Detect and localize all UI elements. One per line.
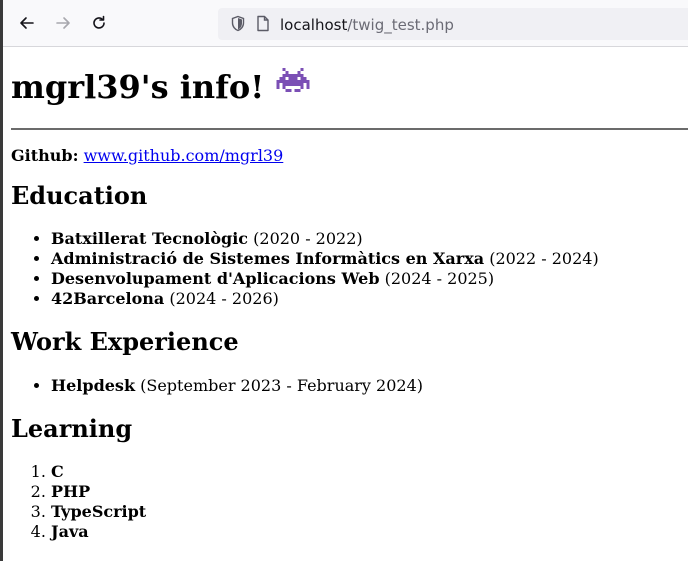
page-title: mgrl39's info!	[11, 67, 688, 107]
reload-button[interactable]	[85, 9, 113, 37]
list-item: 42Barcelona (2024 - 2026)	[51, 289, 688, 309]
list-item: Java	[51, 522, 688, 542]
item-name: Administració de Sistemes Informàtics en…	[51, 249, 485, 268]
item-period: (2022 - 2024)	[489, 249, 599, 268]
github-label: Github:	[11, 146, 79, 165]
github-line: Github: www.github.com/mgrl39	[11, 145, 688, 167]
item-period: (September 2023 - February 2024)	[140, 376, 424, 395]
item-period: (2024 - 2026)	[169, 289, 279, 308]
work-heading: Work Experience	[11, 327, 239, 356]
item-name: C	[51, 462, 64, 481]
title-divider	[11, 128, 688, 130]
shield-icon[interactable]	[230, 15, 246, 36]
page-content: mgrl39's info! Github: www.github.com/mg…	[11, 46, 688, 542]
list-item: TypeScript	[51, 502, 688, 522]
work-list: Helpdesk (September 2023 - February 2024…	[11, 376, 688, 396]
education-list: Batxillerat Tecnològic (2020 - 2022) Adm…	[11, 229, 688, 309]
list-item: C	[51, 462, 688, 482]
url-host: localhost	[280, 16, 348, 34]
item-name: 42Barcelona	[51, 289, 165, 308]
github-link[interactable]: www.github.com/mgrl39	[84, 146, 284, 165]
item-name: Batxillerat Tecnològic	[51, 229, 249, 248]
list-item: Helpdesk (September 2023 - February 2024…	[51, 376, 688, 396]
list-item: Batxillerat Tecnològic (2020 - 2022)	[51, 229, 688, 249]
url-path: /twig_test.php	[347, 16, 454, 34]
window-edge	[0, 0, 3, 561]
item-name: Java	[51, 522, 89, 541]
reload-icon	[93, 15, 105, 29]
forward-button[interactable]	[49, 9, 77, 37]
list-item: Administració de Sistemes Informàtics en…	[51, 249, 688, 269]
item-name: PHP	[51, 482, 91, 501]
item-name: Helpdesk	[51, 376, 136, 395]
url-text: localhost/twig_test.php	[280, 16, 454, 34]
learning-list: C PHP TypeScript Java	[11, 462, 688, 542]
learning-heading: Learning	[11, 414, 133, 443]
item-name: Desenvolupament d'Aplicacions Web	[51, 269, 380, 288]
page-title-text: mgrl39's info!	[11, 68, 265, 106]
list-item: PHP	[51, 482, 688, 502]
education-heading: Education	[11, 181, 148, 210]
page-info-icon[interactable]	[256, 15, 270, 36]
arrow-left-icon	[20, 17, 34, 29]
arrow-right-icon	[56, 17, 70, 29]
browser-toolbar: localhost/twig_test.php	[3, 0, 688, 47]
list-item: Desenvolupament d'Aplicacions Web (2024 …	[51, 269, 688, 289]
item-period: (2020 - 2022)	[253, 229, 363, 248]
url-bar[interactable]: localhost/twig_test.php	[218, 8, 688, 40]
item-period: (2024 - 2025)	[384, 269, 495, 288]
back-button[interactable]	[13, 9, 41, 37]
item-name: TypeScript	[51, 502, 147, 521]
space-invader-icon	[276, 67, 310, 107]
